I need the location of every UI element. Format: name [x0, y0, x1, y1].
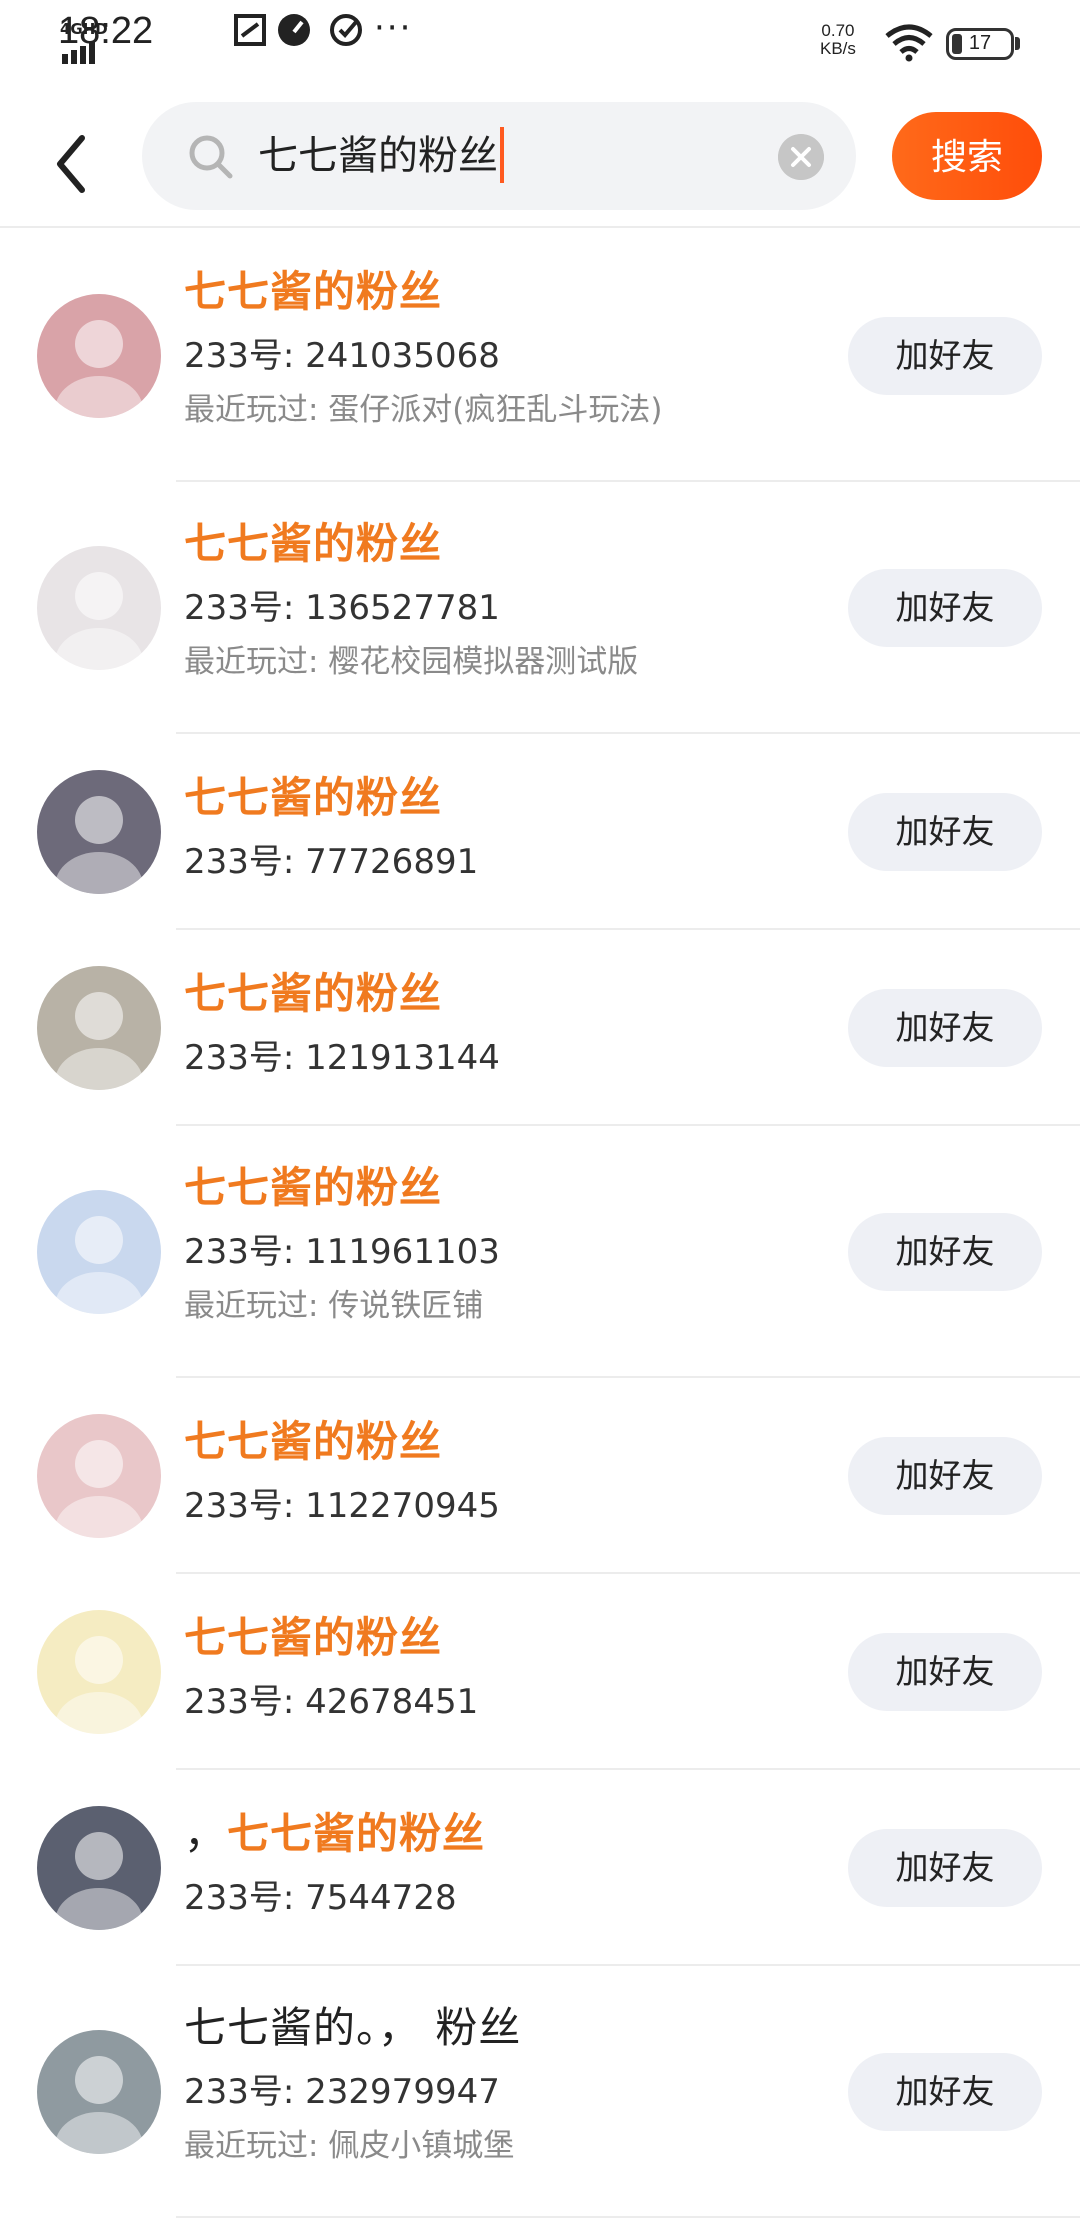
- recently-played: 最近玩过: 佩皮小镇城堡: [184, 2128, 515, 2164]
- name-prefix: ，: [184, 1809, 228, 1858]
- user-name: 七七酱的粉丝: [184, 1604, 442, 1665]
- user-id: 233号: 7544728: [184, 1878, 457, 1918]
- user-id: 233号: 232979947: [184, 2072, 500, 2112]
- user-id: 233号: 121913144: [184, 1038, 500, 1078]
- search-result-list: 七七酱的粉丝 233号: 241035068 最近玩过: 蛋仔派对(疯狂乱斗玩法) 加…: [0, 230, 1080, 2218]
- speed-unit: KB/s: [820, 39, 856, 58]
- result-row[interactable]: 七七酱的粉丝 233号: 241035068 最近玩过: 蛋仔派对(疯狂乱斗玩法) 加…: [0, 230, 1080, 482]
- screenshot-icon: [234, 14, 266, 46]
- search-icon: [189, 135, 233, 179]
- name-highlight: 七七酱的粉丝: [184, 969, 443, 1018]
- recently-played: 最近玩过: 蛋仔派对(疯狂乱斗玩法): [184, 392, 663, 428]
- result-row[interactable]: 七七酱的粉丝 233号: 112270945 加好友: [0, 1378, 1080, 1574]
- avatar[interactable]: [37, 770, 161, 894]
- add-friend-button[interactable]: 加好友: [848, 1213, 1042, 1291]
- user-name: 七七酱的粉丝: [184, 1154, 442, 1215]
- user-name: 七七酱的粉丝: [184, 1408, 442, 1469]
- recently-played: 最近玩过: 传说铁匠铺: [184, 1288, 484, 1324]
- avatar[interactable]: [37, 1610, 161, 1734]
- name-highlight: 七七酱的粉丝: [184, 1613, 443, 1662]
- battery-percent: 17: [968, 32, 992, 54]
- avatar[interactable]: [37, 1806, 161, 1930]
- name-highlight: 七七酱的粉丝: [184, 267, 443, 316]
- clear-icon[interactable]: [778, 134, 824, 180]
- clock: 18:22: [58, 10, 154, 52]
- avatar[interactable]: [37, 1190, 161, 1314]
- user-name: ，七七酱的粉丝: [184, 1800, 485, 1861]
- battery-icon: 17: [946, 28, 1014, 60]
- more-notifications-icon: ···: [374, 8, 413, 48]
- user-name: 七七酱的粉丝: [184, 764, 442, 825]
- text-cursor: [500, 127, 504, 183]
- wifi-icon: [885, 24, 933, 62]
- network-speed: 0.70 KB/s: [820, 22, 856, 58]
- add-friend-button[interactable]: 加好友: [848, 1633, 1042, 1711]
- recently-played: 最近玩过: 樱花校园模拟器测试版: [184, 644, 639, 680]
- speedometer-icon: [278, 14, 310, 46]
- result-row[interactable]: 七七酱的粉丝 233号: 136527781 最近玩过: 樱花校园模拟器测试版 加好友: [0, 482, 1080, 734]
- search-value: 七七酱的粉丝: [258, 133, 498, 179]
- avatar[interactable]: [37, 546, 161, 670]
- avatar[interactable]: [37, 2030, 161, 2154]
- check-circle-icon: [330, 14, 362, 46]
- name-highlight: 七七酱的粉丝: [184, 1417, 443, 1466]
- user-id: 233号: 241035068: [184, 336, 500, 376]
- search-button[interactable]: 搜索: [892, 112, 1042, 200]
- add-friend-button[interactable]: 加好友: [848, 569, 1042, 647]
- add-friend-button[interactable]: 加好友: [848, 989, 1042, 1067]
- user-id: 233号: 111961103: [184, 1232, 500, 1272]
- result-row[interactable]: 七七酱的粉丝 233号: 111961103 最近玩过: 传说铁匠铺 加好友: [0, 1126, 1080, 1378]
- search-text[interactable]: 七七酱的粉丝: [258, 126, 504, 186]
- user-name: 七七酱的粉丝: [184, 258, 442, 319]
- avatar[interactable]: [37, 294, 161, 418]
- result-row[interactable]: 七七酱的。， 粉丝 233号: 232979947 最近玩过: 佩皮小镇城堡 加好友: [0, 1966, 1080, 2218]
- result-row[interactable]: 七七酱的粉丝 233号: 42678451 加好友: [0, 1574, 1080, 1770]
- result-row[interactable]: 七七酱的粉丝 233号: 121913144 加好友: [0, 930, 1080, 1126]
- name-highlight: 七七酱的粉丝: [184, 519, 443, 568]
- add-friend-button[interactable]: 加好友: [848, 317, 1042, 395]
- result-row[interactable]: 七七酱的粉丝 233号: 77726891 加好友: [0, 734, 1080, 930]
- name-prefix: 七七酱的。， 粉丝: [184, 2003, 522, 2052]
- status-bar: 4GHD 18:22 ··· 0.70 KB/s 17: [0, 0, 1080, 84]
- add-friend-button[interactable]: 加好友: [848, 1829, 1042, 1907]
- user-id: 233号: 77726891: [184, 842, 479, 882]
- user-id: 233号: 112270945: [184, 1486, 500, 1526]
- user-name: 七七酱的粉丝: [184, 960, 442, 1021]
- result-row[interactable]: ，七七酱的粉丝 233号: 7544728 加好友: [0, 1770, 1080, 1966]
- back-arrow-icon[interactable]: [44, 124, 104, 204]
- add-friend-button[interactable]: 加好友: [848, 2053, 1042, 2131]
- avatar[interactable]: [37, 1414, 161, 1538]
- speed-value: 0.70: [821, 21, 855, 40]
- search-header: 七七酱的粉丝 搜索: [0, 84, 1080, 228]
- name-highlight: 七七酱的粉丝: [184, 1163, 443, 1212]
- add-friend-button[interactable]: 加好友: [848, 793, 1042, 871]
- user-id: 233号: 136527781: [184, 588, 500, 628]
- avatar[interactable]: [37, 966, 161, 1090]
- add-friend-button[interactable]: 加好友: [848, 1437, 1042, 1515]
- user-name: 七七酱的粉丝: [184, 510, 442, 571]
- name-highlight: 七七酱的粉丝: [227, 1809, 486, 1858]
- name-highlight: 七七酱的粉丝: [184, 773, 443, 822]
- battery-tip: [1015, 37, 1020, 50]
- user-name: 七七酱的。， 粉丝: [184, 1994, 521, 2055]
- search-input[interactable]: 七七酱的粉丝: [142, 102, 856, 210]
- user-id: 233号: 42678451: [184, 1682, 479, 1722]
